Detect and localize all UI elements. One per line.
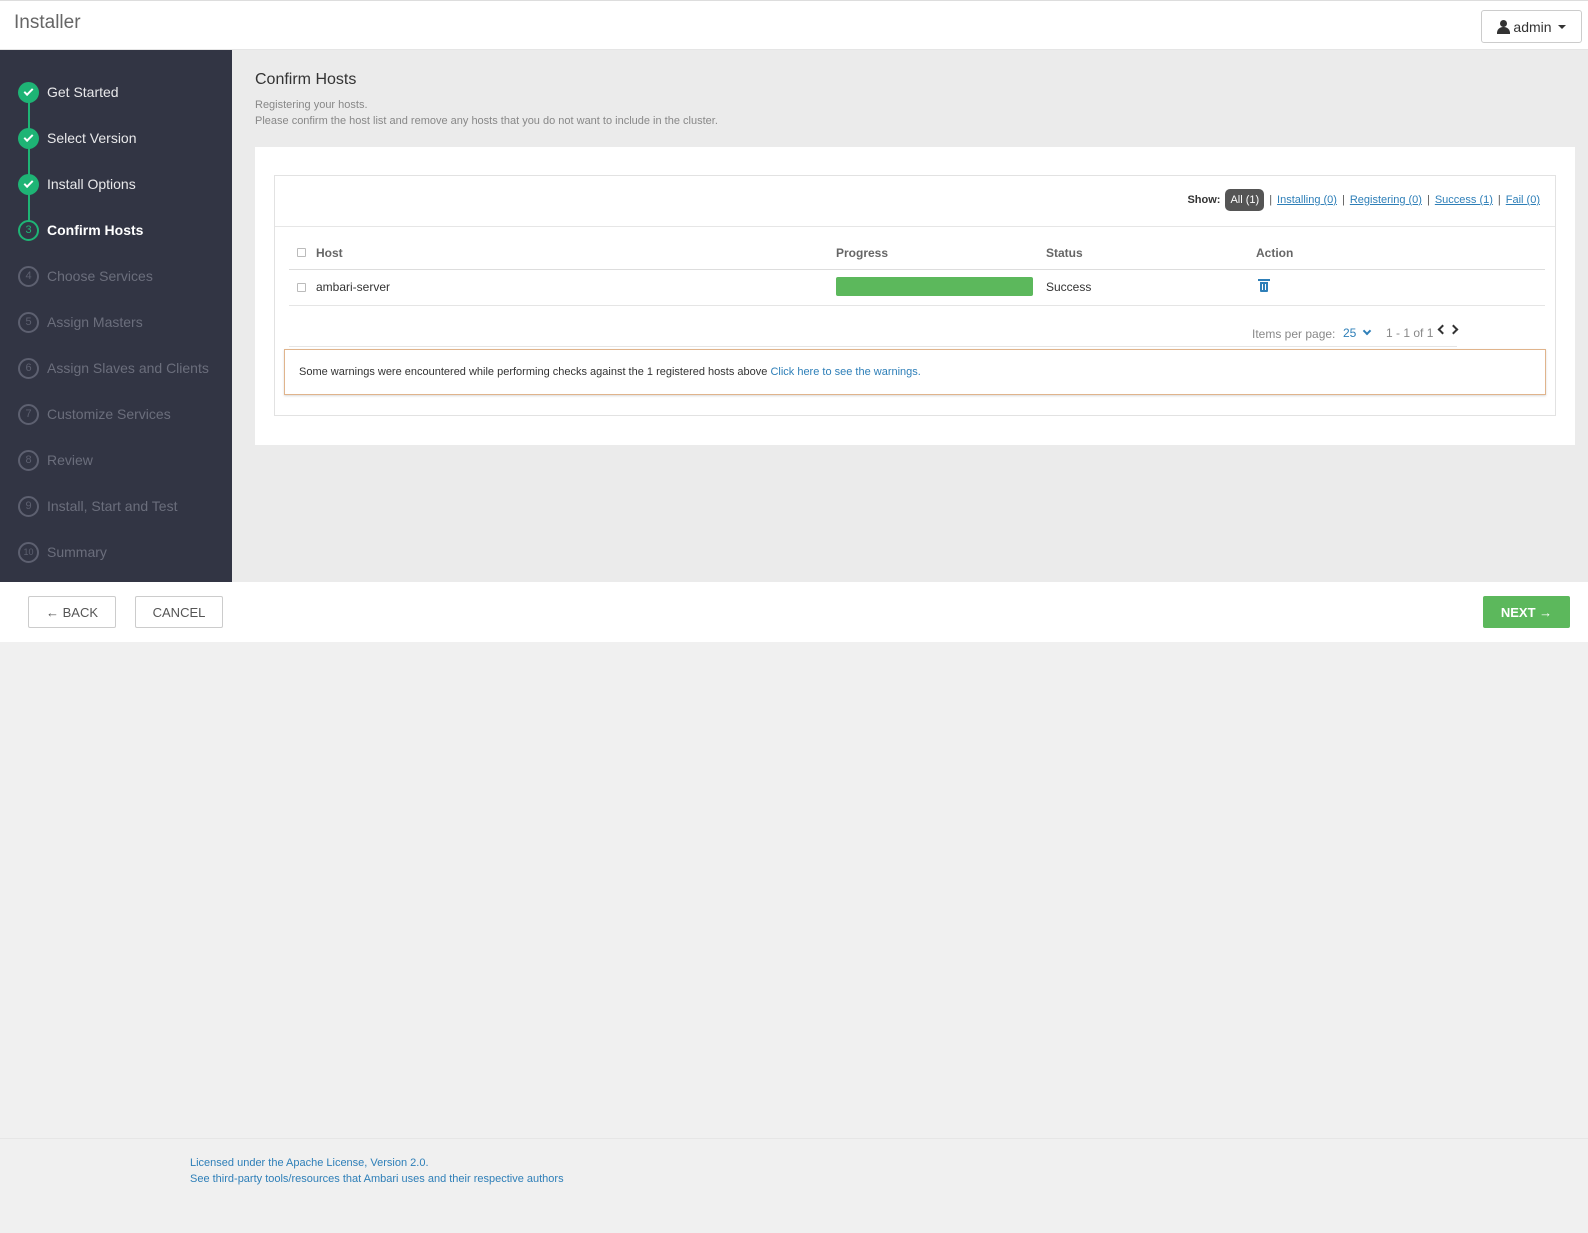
warning-text: Some warnings were encountered while per… [299,366,771,378]
next-button[interactable]: NEXT → [1483,596,1570,628]
trash-icon[interactable] [1258,279,1270,292]
top-bar: Installer admin [0,0,1588,50]
filter-registering[interactable]: Registering (0) [1350,194,1422,206]
step-install-options[interactable]: Install Options [18,173,136,195]
wizard-footer: ← BACK CANCEL NEXT → [0,582,1588,642]
step-label: Summary [47,544,107,560]
table-row: ambari-server Success [289,270,1545,306]
step-label: Assign Slaves and Clients [47,360,209,376]
step-label: Install, Start and Test [47,498,178,514]
select-all-checkbox[interactable] [297,248,306,257]
page-range: 1 - 1 of 1 [1386,326,1434,340]
step-choose-services: 4 Choose Services [18,265,153,287]
pagination: Items per page: 25 1 - 1 of 1 [289,317,1459,347]
step-assign-slaves: 6 Assign Slaves and Clients [18,357,209,379]
main-content: Confirm Hosts Registering your hosts. Pl… [232,50,1588,582]
items-per-page-label: Items per page: [1252,327,1336,341]
show-label: Show: [1187,194,1221,206]
step-label: Install Options [47,176,136,192]
step-number: 9 [18,495,39,517]
step-number: 8 [18,449,39,471]
filter-separator: | [1497,194,1501,206]
step-label: Get Started [47,84,119,100]
step-confirm-hosts[interactable]: 3 Confirm Hosts [18,219,143,241]
hosts-panel: Show: All (1) | Installing (0) | Registe… [255,147,1575,445]
step-get-started[interactable]: Get Started [18,81,119,103]
progress-bar [836,277,1033,296]
header-host: Host [316,246,343,260]
items-per-page-value: 25 [1343,326,1357,340]
check-icon [18,81,39,103]
user-menu-button[interactable]: admin [1481,10,1582,43]
description-line: Please confirm the host list and remove … [255,115,718,127]
app-title: Installer [14,12,81,33]
step-customize-services: 7 Customize Services [18,403,171,425]
third-party-link[interactable]: See third-party tools/resources that Amb… [190,1173,564,1185]
cancel-button[interactable]: CANCEL [135,596,223,628]
page-title: Confirm Hosts [255,71,357,88]
row-checkbox[interactable] [297,283,306,292]
step-label: Customize Services [47,406,171,422]
items-per-page-select[interactable]: 25 [1343,326,1372,340]
filter-fail[interactable]: Fail (0) [1506,194,1540,206]
chevron-right-icon[interactable] [1448,324,1459,335]
user-icon [1497,19,1511,34]
description-line: Registering your hosts. [255,99,368,111]
progress-line [28,102,30,238]
filter-separator: | [1341,194,1345,206]
back-button[interactable]: ← BACK [28,596,116,628]
chevron-down-icon [1363,326,1372,336]
step-label: Assign Masters [47,314,143,330]
caret-down-icon [1557,24,1566,29]
step-number: 10 [18,541,39,563]
chevron-left-icon[interactable] [1437,324,1448,335]
page-description: Registering your hosts. Please confirm t… [255,97,718,129]
filter-separator: | [1269,194,1273,206]
filter-row: Show: All (1) | Installing (0) | Registe… [275,176,1555,227]
status-filters: Show: All (1) | Installing (0) | Registe… [1187,189,1540,211]
check-icon [18,173,39,195]
step-select-version[interactable]: Select Version [18,127,137,149]
warning-alert: Some warnings were encountered while per… [284,349,1546,395]
step-label: Review [47,452,93,468]
step-number: 4 [18,265,39,287]
step-label: Confirm Hosts [47,222,144,238]
step-install-start-test: 9 Install, Start and Test [18,495,177,517]
wizard-sidebar: Get Started Select Version Install Optio… [0,50,232,582]
host-name: ambari-server [316,280,391,294]
license-link[interactable]: Licensed under the Apache License, Versi… [190,1157,429,1169]
step-review: 8 Review [18,449,93,471]
step-label: Choose Services [47,268,153,284]
warning-link[interactable]: Click here to see the warnings. [770,366,920,378]
step-assign-masters: 5 Assign Masters [18,311,143,333]
step-number: 7 [18,403,39,425]
step-number: 6 [18,357,39,379]
step-label: Select Version [47,130,137,146]
filter-success[interactable]: Success (1) [1435,194,1493,206]
filter-separator: | [1426,194,1430,206]
header-action: Action [1256,246,1294,260]
step-number: 5 [18,311,39,333]
check-icon [18,127,39,149]
progress-fill [836,277,1033,296]
hosts-table: Host Progress Status Action ambari-serve… [289,235,1545,347]
table-header: Host Progress Status Action [289,235,1545,270]
user-menu-label: admin [1513,18,1552,35]
step-summary: 10 Summary [18,541,107,563]
page-arrows [1437,324,1459,335]
host-status: Success [1046,280,1092,294]
page-footer: Licensed under the Apache License, Versi… [0,1138,1588,1233]
header-status: Status [1046,246,1083,260]
step-number: 3 [18,219,39,241]
filter-installing[interactable]: Installing (0) [1277,194,1337,206]
filter-all[interactable]: All (1) [1225,189,1265,211]
header-progress: Progress [836,246,889,260]
